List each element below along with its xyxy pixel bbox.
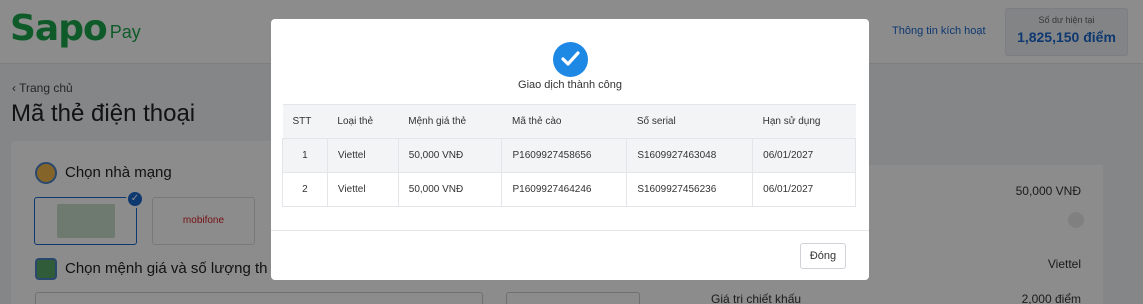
table-header-row: STT Loại thẻ Mệnh giá thẻ Mã thẻ cào Số … <box>282 104 856 139</box>
col-header-card-value: Mệnh giá thẻ <box>398 104 502 139</box>
success-message: Giao dịch thành công <box>518 79 622 91</box>
cell-expiry: 06/01/2027 <box>752 138 856 173</box>
success-modal: Giao dịch thành công STT Loại thẻ Mệnh g… <box>271 19 869 280</box>
col-header-card-code: Mã thẻ cào <box>501 104 627 139</box>
cell-serial: S1609927463048 <box>626 138 754 173</box>
cell-card-value: 50,000 VNĐ <box>397 138 503 173</box>
card-table: STT Loại thẻ Mệnh giá thẻ Mã thẻ cào Số … <box>282 104 856 207</box>
cell-card-type: Viettel <box>326 172 399 207</box>
cell-card-type: Viettel <box>326 138 399 173</box>
col-header-expiry: Hạn sử dụng <box>752 104 856 139</box>
table-row: 2 Viettel 50,000 VNĐ P1609927464246 S160… <box>282 172 856 207</box>
check-circle-icon <box>553 42 588 77</box>
cell-card-code: P1609927458656 <box>501 138 628 173</box>
col-header-serial: Số serial <box>626 104 753 139</box>
cell-card-code: P1609927464246 <box>501 172 628 207</box>
table-row: 1 Viettel 50,000 VNĐ P1609927458656 S160… <box>282 138 856 173</box>
close-button[interactable]: Đóng <box>800 243 846 269</box>
cell-stt: 2 <box>282 172 328 207</box>
cell-card-value: 50,000 VNĐ <box>397 172 503 207</box>
col-header-stt: STT <box>282 104 328 139</box>
cell-expiry: 06/01/2027 <box>752 172 856 207</box>
col-header-card-type: Loại thẻ <box>327 104 399 139</box>
cell-stt: 1 <box>282 138 328 173</box>
cell-serial: S1609927456236 <box>626 172 754 207</box>
modal-footer-divider <box>271 230 869 231</box>
